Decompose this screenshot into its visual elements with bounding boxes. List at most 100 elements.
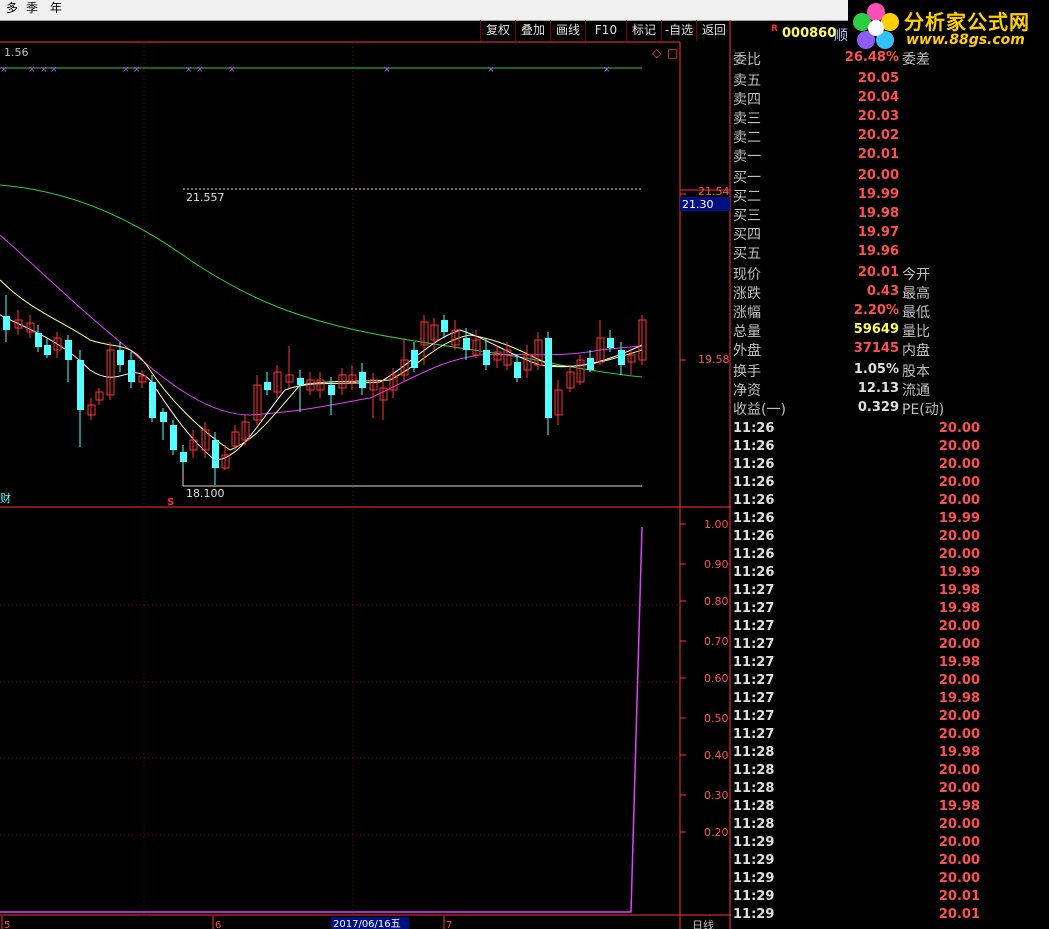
tick-time: 11:26	[733, 529, 775, 544]
tick-row: 11:27 19.98	[731, 690, 1049, 708]
tick-price: 20.01	[938, 889, 980, 904]
stat-value: 0.43	[866, 284, 899, 299]
mark-button[interactable]: 标记	[626, 20, 661, 41]
fundamental-value: 1.05%	[853, 362, 899, 377]
tick-price: 20.00	[938, 853, 980, 868]
tick-price: 20.00	[938, 871, 980, 886]
fuquan-button[interactable]: 复权	[480, 20, 515, 41]
indicator-y-tick: 0.70	[704, 635, 729, 648]
bid-row[interactable]: 买三 19.98	[731, 204, 1049, 224]
left-marker: 财	[0, 491, 11, 505]
tick-price: 20.00	[938, 763, 980, 778]
axis-top-value: 21.54	[698, 185, 730, 198]
stock-code: 000860	[782, 26, 837, 41]
tick-list[interactable]: 11:26 20.00 11:26 20.00 11:26 20.00 11:26 20.00…	[731, 419, 1049, 929]
ask-row[interactable]: 卖五 20.05	[731, 69, 1049, 89]
draw-line-button[interactable]: 画线	[550, 20, 585, 41]
bid-price: 19.98	[857, 206, 899, 221]
candle-body	[463, 338, 470, 350]
tick-time: 11:29	[733, 853, 775, 868]
bid-row[interactable]: 买五 19.96	[731, 242, 1049, 262]
flower-logo-icon	[853, 3, 899, 49]
tick-row: 11:27 20.00	[731, 672, 1049, 690]
f10-button[interactable]: F10	[585, 20, 626, 41]
candle-body	[441, 320, 448, 332]
tick-row: 11:26 19.99	[731, 510, 1049, 528]
event-marker-icon: ×	[196, 65, 204, 75]
remove-watchlist-button[interactable]: -自选	[661, 20, 696, 41]
tick-time: 11:26	[733, 565, 775, 580]
tick-row: 11:28 19.98	[731, 744, 1049, 762]
tick-time: 11:26	[733, 457, 775, 472]
tick-row: 11:29 20.00	[731, 870, 1049, 888]
ask-row[interactable]: 卖三 20.03	[731, 107, 1049, 127]
period-tab-season[interactable]: 季	[22, 0, 42, 19]
period-tab-year[interactable]: 年	[46, 0, 66, 19]
weicha-label: 委差	[902, 52, 930, 68]
month-mark: 5	[4, 920, 10, 929]
event-marker-icon: ×	[40, 65, 48, 75]
tick-time: 11:27	[733, 619, 775, 634]
kline-chart[interactable]: 1.56 ◇ □× × × × × × × × × × × ×21.55718.100财 S21.5421.…	[0, 20, 731, 929]
tick-row: 11:26 19.99	[731, 564, 1049, 582]
candle-body	[149, 382, 156, 418]
stat-label: 涨幅	[733, 305, 761, 321]
tick-price: 20.00	[938, 817, 980, 832]
event-marker-icon: ×	[228, 65, 236, 75]
tick-price: 20.00	[938, 637, 980, 652]
candle-body	[3, 316, 10, 330]
tick-price: 19.99	[938, 565, 980, 580]
low-label: 18.100	[186, 487, 225, 500]
ask-row[interactable]: 卖四 20.04	[731, 88, 1049, 108]
back-button[interactable]: 返回	[696, 20, 731, 41]
candle-body	[65, 340, 72, 360]
candle-body	[545, 338, 552, 418]
weibi-value: 26.48%	[844, 50, 899, 65]
ask-label: 卖五	[733, 73, 761, 89]
bid-row[interactable]: 买四 19.97	[731, 223, 1049, 243]
bid-row[interactable]: 买二 19.99	[731, 185, 1049, 205]
stat-row: 现价 20.01 今开	[731, 263, 1049, 283]
candle-body	[170, 425, 177, 450]
bid-row[interactable]: 买一 20.00	[731, 166, 1049, 186]
tick-row: 11:29 20.00	[731, 834, 1049, 852]
bid-label: 买四	[733, 227, 761, 243]
tick-time: 11:29	[733, 871, 775, 886]
ask-row[interactable]: 卖二 20.02	[731, 126, 1049, 146]
tick-price: 20.00	[938, 475, 980, 490]
tick-price: 19.98	[938, 745, 980, 760]
stock-name: 顺	[834, 28, 848, 44]
tick-price: 19.98	[938, 655, 980, 670]
period-tab-multi[interactable]: 多	[2, 0, 22, 19]
candle-body	[128, 360, 135, 382]
indicator-y-tick: 1.00	[704, 518, 729, 531]
bid-price: 19.97	[857, 225, 899, 240]
event-marker-icon: ×	[133, 65, 141, 75]
indicator-y-tick: 0.20	[704, 826, 729, 839]
fundamental-value: 0.329	[857, 400, 899, 415]
overlay-button[interactable]: 叠加	[515, 20, 550, 41]
ask-price: 20.02	[857, 128, 899, 143]
tick-row: 11:27 20.00	[731, 726, 1049, 744]
stat-label2: 内盘	[902, 343, 930, 359]
current-price-box: 21.30	[682, 198, 714, 211]
tick-time: 11:29	[733, 907, 775, 922]
candle-body	[77, 360, 84, 410]
stat-value: 59649	[853, 322, 899, 337]
tick-time: 11:29	[733, 889, 775, 904]
indicator-y-tick: 0.30	[704, 789, 729, 802]
tick-price: 20.00	[938, 547, 980, 562]
tick-price: 20.01	[938, 907, 980, 922]
ask-row[interactable]: 卖一 20.01	[731, 145, 1049, 165]
tick-row: 11:26 20.00	[731, 546, 1049, 564]
tick-time: 11:27	[733, 583, 775, 598]
tick-price: 19.98	[938, 583, 980, 598]
stat-label: 现价	[733, 267, 761, 283]
weibi-row: 委比 26.48% 委差	[731, 48, 1049, 68]
tick-price: 20.00	[938, 493, 980, 508]
ask-price: 20.01	[857, 147, 899, 162]
tick-price: 19.98	[938, 799, 980, 814]
logo-text: 分析家公式网	[904, 10, 1030, 34]
fundamental-row: 收益(一) 0.329 PE(动)	[731, 398, 1049, 418]
fundamental-value: 12.13	[857, 381, 899, 396]
